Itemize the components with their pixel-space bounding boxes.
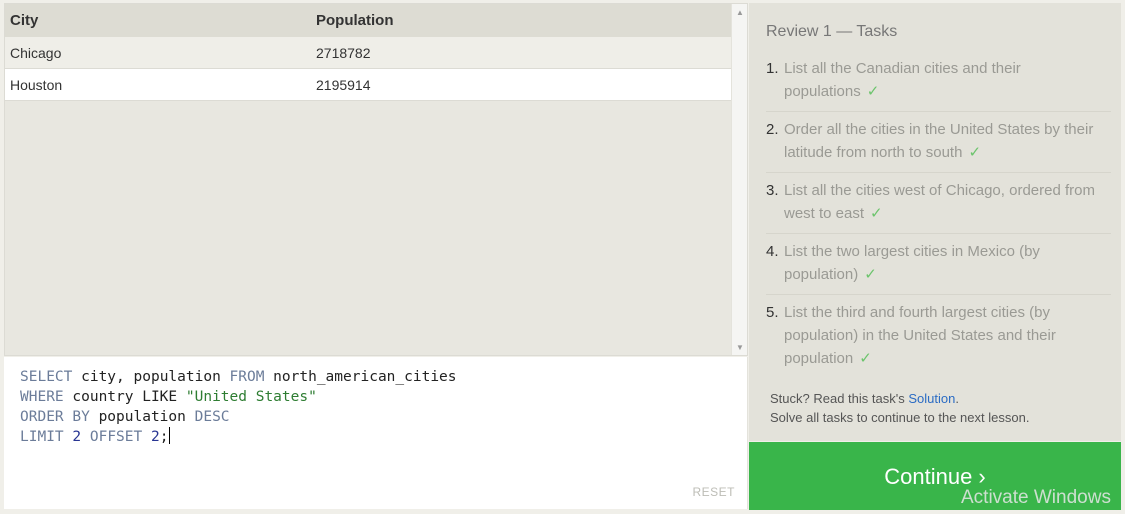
code-line-1: SELECT city, population FROM north_ameri… — [20, 369, 457, 385]
code-line-2: WHERE country LIKE "United States" — [20, 389, 317, 405]
number-literal: 2 — [72, 429, 82, 445]
task-text-content: List the third and fourth largest cities… — [784, 304, 1056, 367]
task-item: 2. Order all the cities in the United St… — [766, 118, 1111, 173]
keyword-limit: LIMIT — [20, 429, 64, 445]
check-icon: ✓ — [864, 266, 877, 283]
code-line-4: LIMIT 2 OFFSET 2; — [20, 427, 171, 445]
task-list: 1. List all the Canadian cities and thei… — [766, 57, 1111, 384]
task-item: 4. List the two largest cities in Mexico… — [766, 240, 1111, 295]
results-table-panel: City Population Chicago 2718782 Houston … — [4, 3, 748, 356]
task-text: List all the cities west of Chicago, ord… — [784, 179, 1111, 225]
task-item: 1. List all the Canadian cities and thei… — [766, 57, 1111, 112]
scroll-up-arrow-icon[interactable]: ▲ — [732, 4, 748, 20]
keyword-where: WHERE — [20, 389, 64, 405]
task-text-content: List all the Canadian cities and their p… — [784, 60, 1021, 100]
stuck-hint: Stuck? Read this task's Solution. Solve … — [770, 389, 1029, 427]
task-text-content: List the two largest cities in Mexico (b… — [784, 243, 1040, 283]
table-row: Chicago 2718782 — [5, 37, 733, 69]
column-header-population: Population — [316, 12, 394, 29]
task-item: 5. List the third and fourth largest cit… — [766, 301, 1111, 378]
task-text: List the third and fourth largest cities… — [784, 301, 1111, 370]
results-table: City Population Chicago 2718782 Houston … — [5, 4, 733, 101]
reset-button[interactable]: RESET — [692, 485, 735, 499]
check-icon: ✓ — [870, 205, 883, 222]
task-number: 4. — [766, 243, 779, 260]
keyword-from: FROM — [229, 369, 265, 385]
column-header-city: City — [10, 12, 39, 29]
task-text: List the two largest cities in Mexico (b… — [784, 240, 1111, 286]
population-cell: 2195914 — [316, 76, 371, 93]
task-number: 1. — [766, 60, 779, 77]
table-header: City Population — [5, 4, 733, 37]
city-cell: Chicago — [10, 44, 62, 61]
review-title: Review 1 — Tasks — [766, 23, 898, 40]
stuck-prefix: Stuck? Read this task's — [770, 391, 909, 406]
check-icon: ✓ — [859, 350, 872, 367]
population-cell: 2718782 — [316, 44, 371, 61]
text-cursor — [169, 427, 171, 444]
task-item: 3. List all the cities west of Chicago, … — [766, 179, 1111, 234]
keyword-order-by: ORDER BY — [20, 409, 90, 425]
scroll-down-arrow-icon[interactable]: ▼ — [732, 339, 748, 355]
task-number: 3. — [766, 182, 779, 199]
stuck-suffix: . — [955, 391, 959, 406]
number-literal: 2 — [150, 429, 160, 445]
city-cell: Houston — [10, 76, 63, 93]
task-text: Order all the cities in the United State… — [784, 118, 1111, 164]
task-text-content: List all the cities west of Chicago, ord… — [784, 182, 1095, 222]
sql-code[interactable]: SELECT city, population FROM north_ameri… — [20, 367, 457, 447]
code-line-3: ORDER BY population DESC — [20, 409, 230, 425]
stuck-line: Stuck? Read this task's Solution. — [770, 389, 1029, 408]
task-number: 5. — [766, 304, 779, 321]
solve-all-text: Solve all tasks to continue to the next … — [770, 410, 1030, 425]
results-scrollbar[interactable]: ▲ ▼ — [731, 4, 747, 355]
keyword-desc: DESC — [194, 409, 230, 425]
sql-editor[interactable]: SELECT city, population FROM north_ameri… — [4, 357, 748, 509]
tasks-panel: Review 1 — Tasks 1. List all the Canadia… — [749, 3, 1121, 441]
string-literal: "United States" — [185, 389, 317, 405]
task-text: List all the Canadian cities and their p… — [784, 57, 1111, 103]
activate-windows-watermark: Activate Windows — [961, 487, 1111, 508]
solution-link[interactable]: Solution — [908, 391, 955, 406]
check-icon: ✓ — [866, 83, 880, 100]
task-text-content: Order all the cities in the United State… — [784, 121, 1094, 161]
table-row: Houston 2195914 — [5, 69, 733, 101]
keyword-offset: OFFSET — [89, 429, 143, 445]
task-number: 2. — [766, 121, 779, 138]
keyword-select: SELECT — [20, 369, 73, 385]
check-icon: ✓ — [968, 144, 982, 161]
